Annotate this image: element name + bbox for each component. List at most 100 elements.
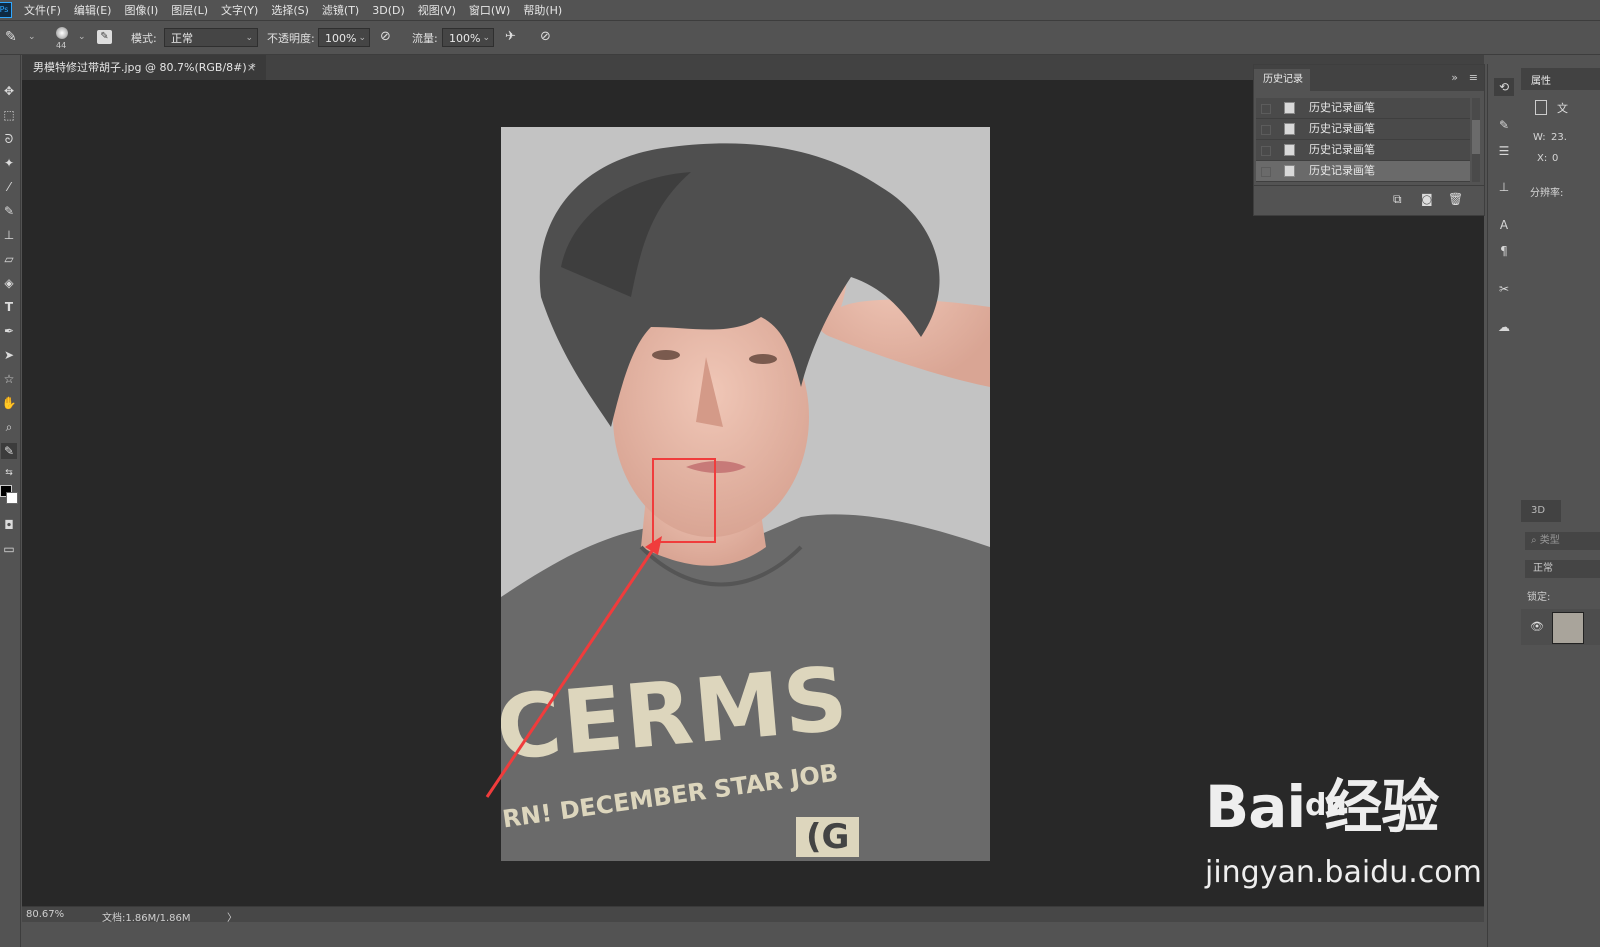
adjustments-icon[interactable]: ☰ — [1494, 142, 1514, 160]
menu-window[interactable]: 窗口(W) — [469, 2, 510, 18]
menu-file[interactable]: 文件(F) — [24, 2, 61, 18]
type-tool-icon[interactable]: T — [1, 299, 17, 315]
history-state-label: 历史记录画笔 — [1309, 101, 1375, 114]
history-scrollbar[interactable] — [1472, 98, 1480, 182]
trash-icon[interactable]: 🗑 — [1448, 192, 1463, 206]
brush-preview-icon[interactable] — [56, 27, 68, 39]
move-tool-icon[interactable]: ✥ — [1, 83, 17, 99]
camera-snapshot-icon[interactable]: ◙ — [1421, 192, 1433, 206]
brush-settings-icon[interactable]: ✎ — [1494, 116, 1514, 134]
menu-layer[interactable]: 图层(L) — [171, 2, 208, 18]
stamp-tool-icon[interactable]: ⊥ — [1, 227, 17, 243]
menu-select[interactable]: 选择(S) — [271, 2, 309, 18]
layer-filter-search[interactable]: ⌕ 类型 — [1525, 532, 1600, 550]
paint-bucket-tool-icon[interactable]: ◈ — [1, 275, 17, 291]
panel-icon-strip: ⟲ ✎ ☰ ⊥ A ¶ ✂ ☁ — [1487, 64, 1522, 947]
snapshot-source-checkbox[interactable] — [1261, 167, 1271, 177]
chevron-down-icon[interactable]: ⌄ — [28, 32, 36, 42]
shape-tool-icon[interactable]: ☆ — [1, 371, 17, 387]
history-brush-state-icon — [1284, 144, 1295, 156]
opacity-input[interactable]: 100% ⌄ — [318, 28, 370, 47]
chevron-down-icon: ⌄ — [482, 33, 490, 43]
chevron-down-icon: ⌄ — [358, 33, 366, 43]
marquee-tool-icon[interactable]: ⬚ — [1, 107, 17, 123]
tools-panel: ✥ ⬚ ᘐ ✦ ⁄ ✎ ⊥ ▱ ◈ T ✒ ➤ ☆ ✋ ⌕ ✎ ⇆ ◘ ▭ — [0, 55, 21, 947]
panel-menu-icon[interactable]: ≡ — [1469, 71, 1478, 84]
resolution-label: 分辨率: — [1530, 188, 1564, 199]
history-brush-tool-icon[interactable]: ✎ — [5, 29, 23, 45]
quick-mask-icon[interactable]: ◘ — [1, 517, 17, 533]
path-select-tool-icon[interactable]: ➤ — [1, 347, 17, 363]
history-brush-tool-icon[interactable]: ✎ — [1, 443, 17, 459]
mode-label: 模式: — [131, 32, 157, 45]
menu-filter[interactable]: 滤镜(T) — [322, 2, 359, 18]
lasso-tool-icon[interactable]: ᘐ — [1, 131, 17, 147]
history-panel: 历史记录 » ≡ 历史记录画笔 历史记录画笔 历史记录画笔 历史记录画笔 ⧉ ◙… — [1253, 64, 1485, 216]
pen-tool-icon[interactable]: ✒ — [1, 323, 17, 339]
hand-tool-icon[interactable]: ✋ — [1, 395, 17, 411]
document-tab-title: 男模特修过带胡子.jpg @ 80.7%(RGB/8#) * — [33, 61, 256, 74]
background-color-swatch[interactable] — [6, 492, 18, 504]
chevron-down-icon[interactable]: ⌄ — [78, 32, 86, 42]
history-tab[interactable]: 历史记录 — [1254, 69, 1310, 91]
opacity-pressure-icon[interactable]: ⊘ — [380, 29, 398, 45]
layer-row[interactable]: 👁 — [1521, 609, 1600, 645]
airbrush-icon[interactable]: ✈ — [505, 29, 523, 45]
libraries-icon[interactable]: ☁ — [1494, 318, 1514, 336]
eye-visibility-icon[interactable]: 👁 — [1530, 620, 1544, 633]
flow-input[interactable]: 100% ⌄ — [442, 28, 494, 47]
lock-label: 锁定: — [1527, 592, 1551, 603]
x-label: X: — [1537, 153, 1548, 164]
magic-wand-tool-icon[interactable]: ✦ — [1, 155, 17, 171]
brush-panel-toggle-icon[interactable]: ✎ — [97, 30, 112, 44]
layers-tab[interactable] — [1561, 500, 1600, 522]
tool-presets-icon[interactable]: ✂ — [1494, 280, 1514, 298]
zoom-level[interactable]: 80.67% — [26, 909, 64, 920]
properties-tab[interactable]: 属性 — [1531, 72, 1551, 87]
character-panel-icon[interactable]: A — [1494, 216, 1514, 234]
history-scrollbar-thumb[interactable] — [1472, 120, 1480, 154]
menu-type[interactable]: 文字(Y) — [221, 2, 258, 18]
collapse-panel-icon[interactable]: » — [1451, 71, 1458, 84]
horizontal-scrollbar[interactable] — [22, 922, 1484, 947]
x-value[interactable]: 0 — [1552, 153, 1558, 164]
menu-help[interactable]: 帮助(H) — [523, 2, 562, 18]
zoom-tool-icon[interactable]: ⌕ — [1, 419, 17, 435]
document-icon — [1535, 100, 1547, 115]
history-panel-icon[interactable]: ⟲ — [1494, 78, 1514, 96]
history-state-row[interactable]: 历史记录画笔 — [1256, 98, 1470, 119]
eyedropper-tool-icon[interactable]: ⁄ — [1, 179, 17, 195]
menu-3d[interactable]: 3D(D) — [372, 4, 405, 17]
screen-mode-icon[interactable]: ▭ — [1, 541, 17, 557]
3d-tab[interactable]: 3D — [1531, 505, 1545, 516]
history-brush-state-icon — [1284, 102, 1295, 114]
menu-image[interactable]: 图像(I) — [124, 2, 158, 18]
clone-source-icon[interactable]: ⊥ — [1494, 178, 1514, 196]
layer-blend-mode-select[interactable]: 正常 — [1525, 560, 1600, 578]
size-pressure-icon[interactable]: ⊘ — [540, 29, 558, 45]
history-state-row-selected[interactable]: 历史记录画笔 — [1256, 161, 1470, 182]
width-value[interactable]: 23. — [1551, 132, 1567, 143]
new-document-from-state-icon[interactable]: ⧉ — [1393, 192, 1402, 207]
mode-select[interactable]: 正常 ⌄ — [164, 28, 258, 47]
properties-panel-header: 属性 — [1521, 68, 1600, 90]
paragraph-panel-icon[interactable]: ¶ — [1494, 242, 1514, 260]
eraser-tool-icon[interactable]: ▱ — [1, 251, 17, 267]
document-tab[interactable]: 男模特修过带胡子.jpg @ 80.7%(RGB/8#) * × — [22, 55, 266, 80]
opacity-value: 100% — [325, 32, 357, 45]
snapshot-source-checkbox[interactable] — [1261, 146, 1271, 156]
history-state-row[interactable]: 历史记录画笔 — [1256, 140, 1470, 161]
baidu-jingyan-watermark-logo: Bai 经验 du — [1205, 760, 1439, 844]
search-icon: ⌕ — [1531, 535, 1537, 546]
collapse-strip[interactable] — [1488, 56, 1521, 64]
menu-view[interactable]: 视图(V) — [418, 2, 456, 18]
close-icon[interactable]: × — [247, 55, 256, 80]
snapshot-source-checkbox[interactable] — [1261, 104, 1271, 114]
history-state-row[interactable]: 历史记录画笔 — [1256, 119, 1470, 140]
photoshop-logo-icon[interactable]: Ps — [0, 2, 12, 18]
brush-tool-icon[interactable]: ✎ — [1, 203, 17, 219]
swap-colors-icon[interactable]: ⇆ — [1, 465, 17, 481]
snapshot-source-checkbox[interactable] — [1261, 125, 1271, 135]
menu-edit[interactable]: 编辑(E) — [74, 2, 112, 18]
highlight-box — [652, 458, 716, 543]
